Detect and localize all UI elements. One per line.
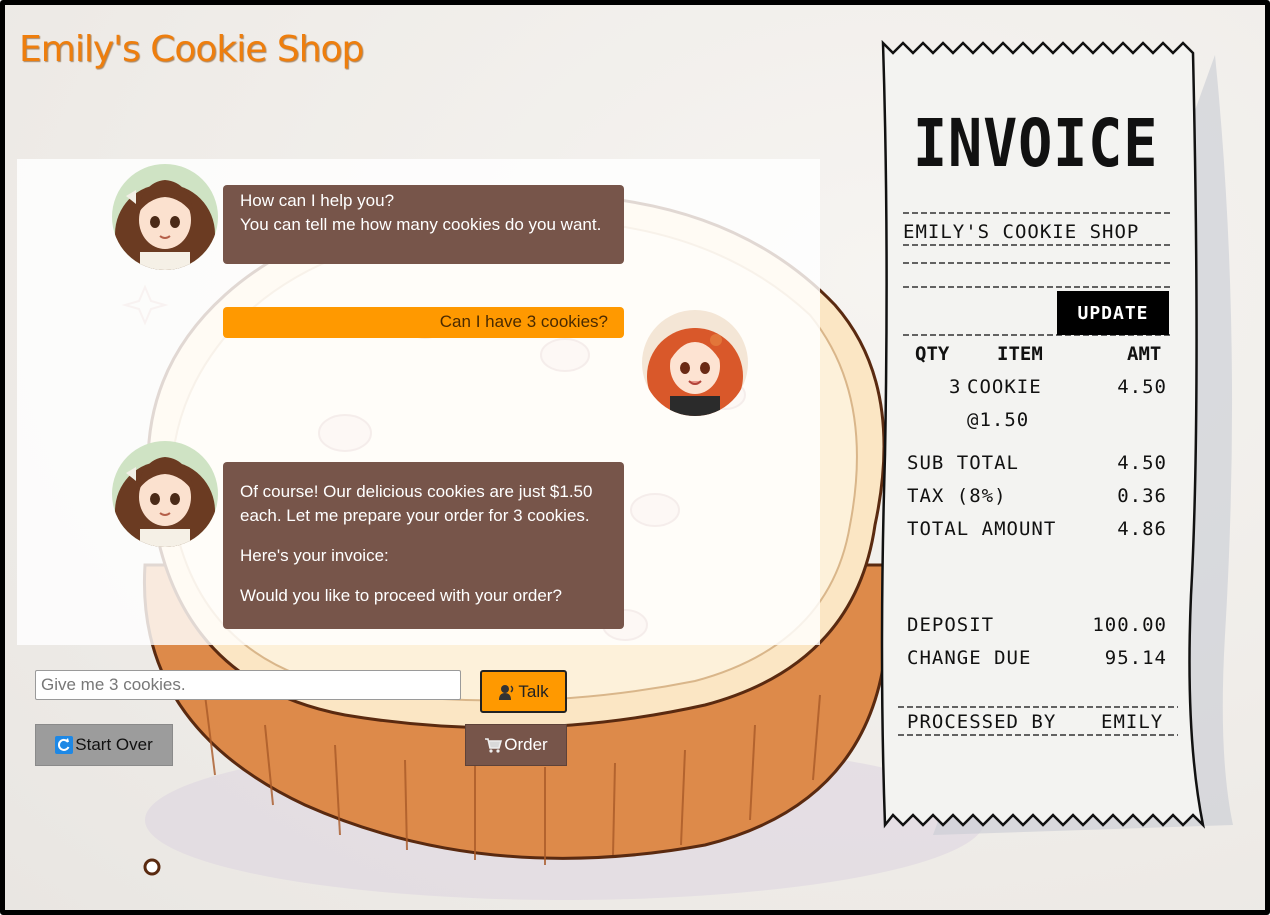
- deposit-label: DEPOSIT: [907, 614, 995, 636]
- item-name: COOKIE: [967, 376, 1042, 398]
- invoice-title: INVOICE: [913, 105, 1159, 182]
- processed-by-label: PROCESSED BY: [907, 711, 1057, 733]
- user-message-text: Can I have 3 cookies?: [439, 312, 608, 331]
- total-value: 4.86: [1117, 518, 1167, 540]
- talk-button-label: Talk: [518, 681, 549, 701]
- start-over-button[interactable]: Start Over: [35, 724, 173, 766]
- receipt-shop-name: EMILY'S COOKIE SHOP: [903, 221, 1140, 243]
- amt-header: AMT: [1127, 343, 1162, 365]
- assistant-message-paragraph: Would you like to proceed with your orde…: [240, 586, 562, 605]
- qty-header: QTY: [915, 343, 950, 365]
- subtotal-value: 4.50: [1117, 452, 1167, 474]
- assistant-message-paragraph: Here's your invoice:: [240, 546, 389, 565]
- change-due-label: CHANGE DUE: [907, 647, 1032, 669]
- processed-by-name: EMILY: [1101, 711, 1164, 733]
- user-message: Can I have 3 cookies?: [223, 307, 624, 338]
- message-input[interactable]: [35, 670, 461, 700]
- assistant-message-line: How can I help you?: [240, 191, 395, 210]
- item-header: ITEM: [997, 343, 1043, 365]
- chat-panel: How can I help you? You can tell me how …: [17, 159, 820, 645]
- app-window: Emily's Cookie Shop How can I help you? …: [0, 0, 1270, 915]
- assistant-message-line: You can tell me how many cookies do you …: [240, 215, 602, 234]
- deposit-value: 100.00: [1092, 614, 1167, 636]
- item-unit-price: @1.50: [967, 409, 1030, 431]
- change-due-value: 95.14: [1104, 647, 1167, 669]
- order-button-label: Order: [504, 735, 548, 754]
- assistant-message-1: How can I help you? You can tell me how …: [223, 185, 624, 264]
- tax-label: TAX (8%): [907, 485, 1007, 507]
- start-over-button-label: Start Over: [75, 735, 153, 754]
- assistant-message-paragraph: Of course! Our delicious cookies are jus…: [240, 482, 593, 525]
- assistant-avatar: [112, 164, 218, 270]
- subtotal-label: SUB TOTAL: [907, 452, 1019, 474]
- user-avatar: [642, 310, 748, 416]
- talk-button[interactable]: Talk: [480, 670, 567, 713]
- total-label: TOTAL AMOUNT: [907, 518, 1057, 540]
- assistant-avatar: [112, 441, 218, 547]
- update-button[interactable]: UPDATE: [1057, 291, 1169, 335]
- item-qty: 3: [949, 376, 962, 398]
- item-amount: 4.50: [1117, 376, 1167, 398]
- shop-title: Emily's Cookie Shop: [19, 29, 364, 70]
- refresh-icon: [55, 736, 74, 754]
- shopping-cart-icon: [484, 736, 503, 754]
- tax-value: 0.36: [1117, 485, 1167, 507]
- invoice-receipt: INVOICE EMILY'S COOKIE SHOP UPDATE QTY I…: [873, 35, 1233, 835]
- person-speaking-icon: [498, 683, 516, 701]
- assistant-message-2: Of course! Our delicious cookies are jus…: [223, 462, 624, 629]
- order-button[interactable]: Order: [465, 724, 567, 766]
